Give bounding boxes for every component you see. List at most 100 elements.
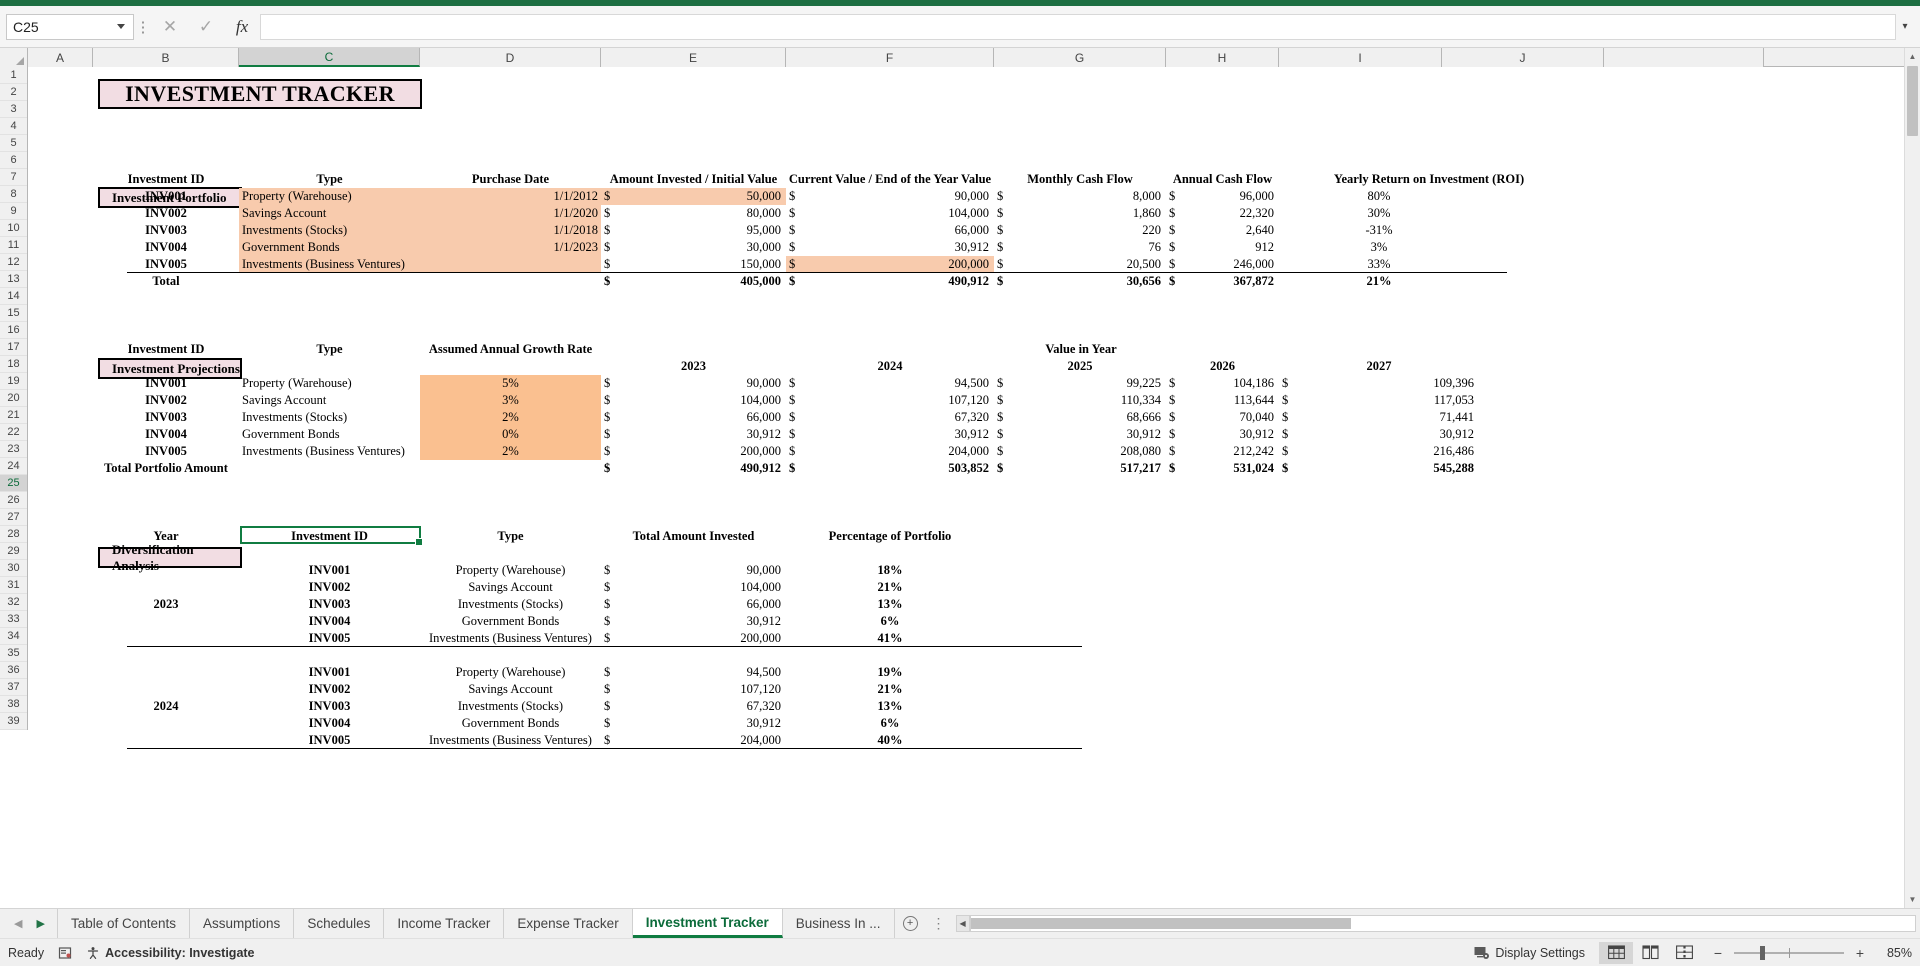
column-header-G[interactable]: G [994, 48, 1166, 67]
portfolio-cell-type[interactable]: Investments (Stocks) [239, 222, 420, 239]
diversification-cell-amount[interactable]: 94,500 [601, 664, 786, 681]
sheet-tab-assumptions[interactable]: Assumptions [190, 909, 295, 938]
portfolio-cell-date[interactable]: 1/1/2012 [420, 188, 601, 205]
projections-year-header[interactable]: 2023 [601, 358, 786, 375]
column-header-extra[interactable] [1604, 48, 1764, 67]
column-header-J[interactable]: J [1442, 48, 1604, 67]
portfolio-cell-date[interactable]: 1/1/2018 [420, 222, 601, 239]
row-header-25[interactable]: 25 [0, 475, 27, 492]
portfolio-cell-annual[interactable]: 2,640 [1166, 222, 1279, 239]
portfolio-cell-monthly[interactable]: 220 [994, 222, 1166, 239]
projections-header-value-in-year[interactable]: Value in Year [881, 341, 1281, 358]
portfolio-cell-current[interactable]: 30,912 [786, 239, 994, 256]
column-header-C[interactable]: C [239, 48, 420, 67]
projections-cell-type[interactable]: Investments (Stocks) [239, 409, 420, 426]
vertical-dots-icon[interactable]: ⋮ [134, 18, 152, 36]
portfolio-cell-date[interactable] [420, 256, 601, 273]
diversification-cell-amount[interactable]: 107,120 [601, 681, 786, 698]
diversification-cell-type[interactable]: Government Bonds [420, 613, 601, 630]
row-header-1[interactable]: 1 [0, 67, 27, 84]
fx-icon[interactable]: fx [224, 14, 260, 40]
projections-cell-value[interactable]: 67,320 [786, 409, 994, 426]
row-header-33[interactable]: 33 [0, 611, 27, 628]
row-header-29[interactable]: 29 [0, 543, 27, 560]
row-header-38[interactable]: 38 [0, 696, 27, 713]
scroll-down-icon[interactable]: ▼ [1904, 891, 1920, 908]
projections-cell-value[interactable]: 90,000 [601, 375, 786, 392]
row-header-10[interactable]: 10 [0, 220, 27, 237]
row-header-13[interactable]: 13 [0, 271, 27, 288]
portfolio-cell-roi[interactable]: 3% [1279, 239, 1479, 256]
diversification-cell-percentage[interactable]: 21% [786, 579, 994, 596]
projections-cell-value[interactable]: 104,186 [1166, 375, 1279, 392]
portfolio-cell-id[interactable]: INV002 [93, 205, 239, 222]
row-header-14[interactable]: 14 [0, 288, 27, 305]
projections-total-value[interactable]: 503,852 [786, 460, 994, 477]
projections-cell-value[interactable]: 204,000 [786, 443, 994, 460]
diversification-cell-id[interactable]: INV002 [239, 681, 420, 698]
projections-total-value[interactable]: 517,217 [994, 460, 1166, 477]
chevron-down-icon[interactable]: ▾ [1896, 14, 1914, 40]
page-layout-view-button[interactable] [1633, 942, 1667, 964]
projections-cell-value[interactable]: 30,912 [994, 426, 1166, 443]
horizontal-scrollbar[interactable]: ◀ [952, 909, 1920, 938]
portfolio-cell-monthly[interactable]: 1,860 [994, 205, 1166, 222]
projections-year-header[interactable]: 2026 [1166, 358, 1279, 375]
projections-cell-type[interactable]: Government Bonds [239, 426, 420, 443]
diversification-cell-type[interactable]: Investments (Business Ventures) [420, 630, 601, 647]
projections-cell-growth-rate[interactable]: 2% [420, 409, 601, 426]
sheet-tab-investment-tracker[interactable]: Investment Tracker [632, 909, 783, 938]
projections-header-type[interactable]: Type [239, 341, 420, 358]
projections-cell-value[interactable]: 110,334 [994, 392, 1166, 409]
projections-cell-value[interactable]: 30,912 [601, 426, 786, 443]
projections-cell-value[interactable]: 107,120 [786, 392, 994, 409]
projections-cell-value[interactable]: 71,441 [1279, 409, 1479, 426]
sheet-tab-business-in[interactable]: Business In ... [782, 909, 895, 938]
projections-cell-value[interactable]: 113,644 [1166, 392, 1279, 409]
projections-cell-type[interactable]: Savings Account [239, 392, 420, 409]
portfolio-cell-type[interactable]: Investments (Business Ventures) [239, 256, 420, 273]
row-header-3[interactable]: 3 [0, 101, 27, 118]
triangle-right-icon[interactable]: ▶ [36, 917, 44, 930]
projections-cell-value[interactable]: 94,500 [786, 375, 994, 392]
accessibility-status[interactable]: Accessibility: Investigate [86, 946, 255, 960]
projections-cell-value[interactable]: 30,912 [1166, 426, 1279, 443]
column-header-A[interactable]: A [28, 48, 93, 67]
portfolio-cell-annual[interactable]: 22,320 [1166, 205, 1279, 222]
diversification-header-percentage[interactable]: Percentage of Portfolio [786, 528, 994, 545]
projections-cell-value[interactable]: 212,242 [1166, 443, 1279, 460]
row-header-28[interactable]: 28 [0, 526, 27, 543]
row-header-6[interactable]: 6 [0, 152, 27, 169]
row-header-37[interactable]: 37 [0, 679, 27, 696]
column-header-D[interactable]: D [420, 48, 601, 67]
portfolio-header-amount-invested[interactable]: Amount Invested / Initial Value [601, 171, 786, 188]
diversification-cell-amount[interactable]: 200,000 [601, 630, 786, 647]
diversification-cell-id[interactable]: INV005 [239, 630, 420, 647]
portfolio-cell-invested[interactable]: 50,000 [601, 188, 786, 205]
row-header-20[interactable]: 20 [0, 390, 27, 407]
row-header-30[interactable]: 30 [0, 560, 27, 577]
diversification-cell-id[interactable]: INV001 [239, 664, 420, 681]
portfolio-total-current[interactable]: 490,912 [786, 273, 994, 290]
display-settings-button[interactable]: Display Settings [1474, 946, 1585, 960]
diversification-cell-amount[interactable]: 66,000 [601, 596, 786, 613]
projections-cell-value[interactable]: 208,080 [994, 443, 1166, 460]
sheet-tab-table-of-contents[interactable]: Table of Contents [56, 909, 191, 938]
projections-header-investment-id[interactable]: Investment ID [93, 341, 239, 358]
projections-cell-value[interactable]: 70,040 [1166, 409, 1279, 426]
record-macro-icon[interactable] [58, 946, 72, 960]
portfolio-cell-monthly[interactable]: 76 [994, 239, 1166, 256]
projections-cell-value[interactable]: 109,396 [1279, 375, 1479, 392]
portfolio-cell-type[interactable]: Government Bonds [239, 239, 420, 256]
projections-cell-id[interactable]: INV004 [93, 426, 239, 443]
portfolio-cell-invested[interactable]: 150,000 [601, 256, 786, 273]
row-header-16[interactable]: 16 [0, 322, 27, 339]
projections-cell-value[interactable]: 30,912 [786, 426, 994, 443]
active-cell-selection[interactable] [240, 526, 423, 546]
vertical-scrollbar-thumb[interactable] [1907, 66, 1918, 136]
vertical-dots-icon[interactable]: ⋮ [926, 909, 952, 938]
diversification-cell-type[interactable]: Investments (Stocks) [420, 698, 601, 715]
row-header-35[interactable]: 35 [0, 645, 27, 662]
chevron-down-icon[interactable] [117, 24, 125, 29]
portfolio-header-investment-id[interactable]: Investment ID [93, 171, 239, 188]
